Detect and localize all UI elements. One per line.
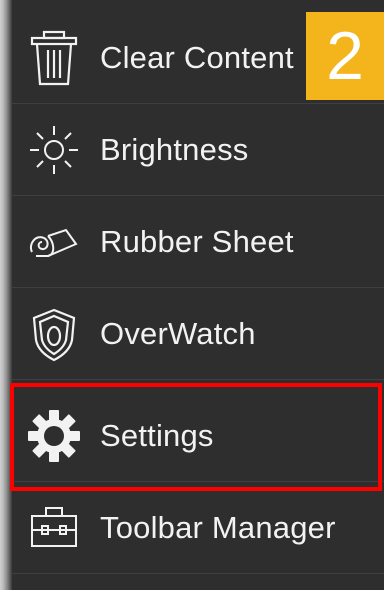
menu-item-rubber-sheet[interactable]: Rubber Sheet (12, 196, 384, 288)
menu-item-toolbar-manager[interactable]: Toolbar Manager (12, 482, 384, 574)
trash-icon (26, 30, 82, 86)
menu-item-label: Settings (100, 417, 214, 453)
menu-item-label: Clear Content (100, 39, 294, 75)
brightness-icon (26, 122, 82, 178)
menu-item-label: Rubber Sheet (100, 223, 294, 259)
step-number-badge: 2 (306, 12, 384, 100)
rubber-sheet-icon (26, 214, 82, 270)
gear-icon (26, 408, 82, 464)
menu-item-settings[interactable]: Settings (12, 390, 384, 482)
menu-item-label: Brightness (100, 131, 249, 167)
overwatch-shield-icon (26, 306, 82, 362)
menu-item-brightness[interactable]: Brightness (12, 104, 384, 196)
menu-item-label: OverWatch (100, 315, 256, 351)
left-shadow-edge (0, 0, 12, 590)
menu-item-overwatch[interactable]: OverWatch (12, 288, 384, 380)
toolbox-icon (26, 500, 82, 556)
menu-item-label: Toolbar Manager (100, 509, 336, 545)
